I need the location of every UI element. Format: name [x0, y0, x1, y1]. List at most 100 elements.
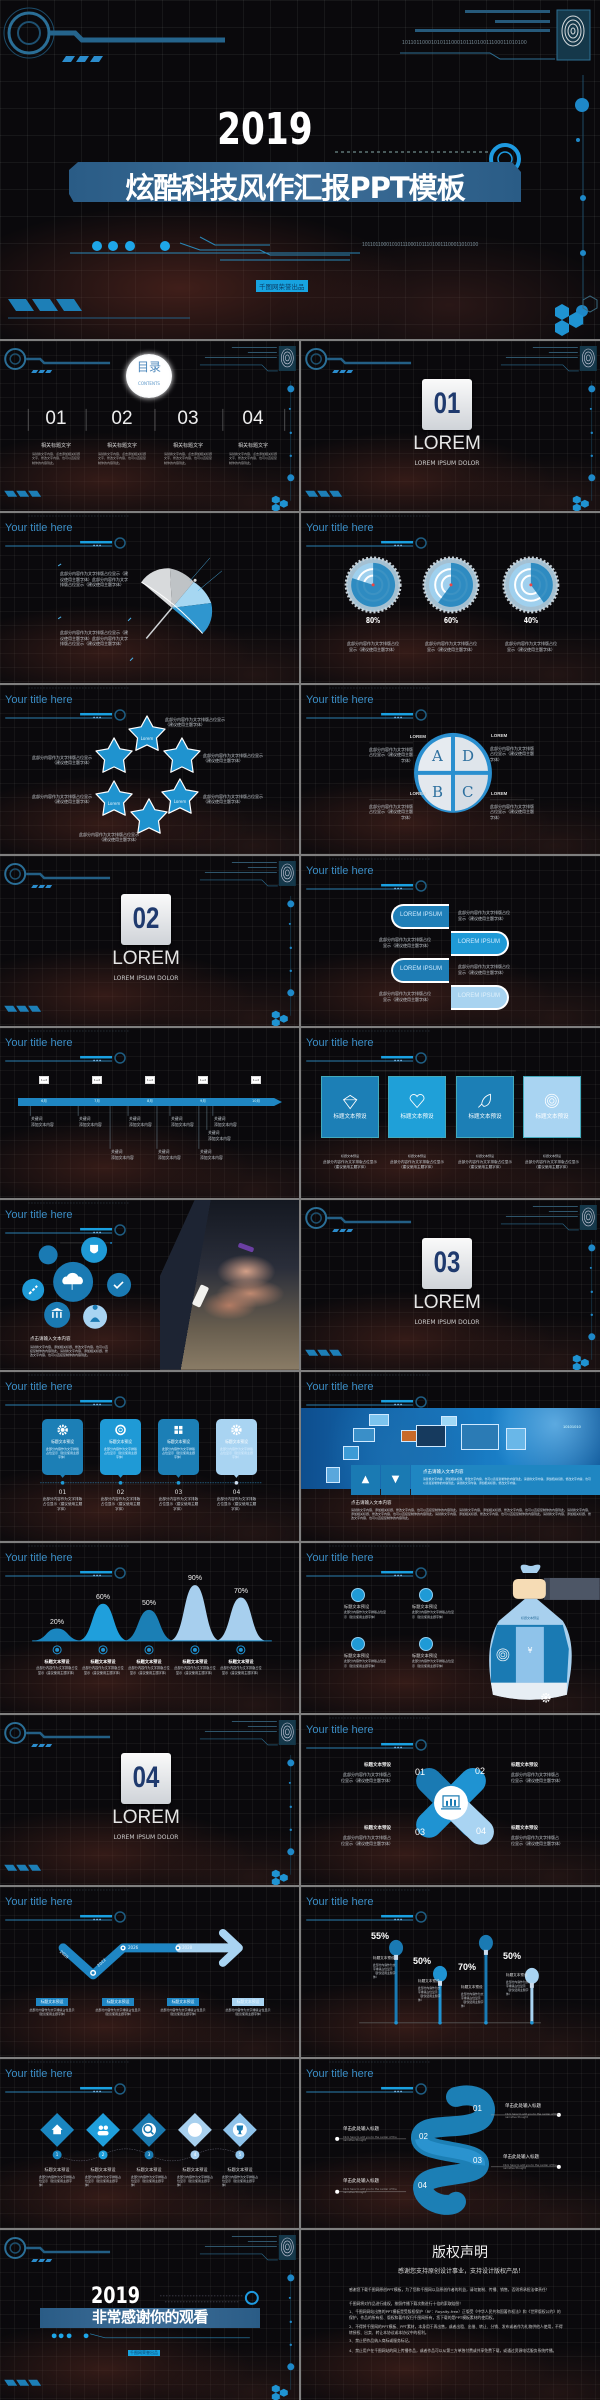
diamond-number: 1 — [55, 2151, 59, 2157]
slide-23-ribbon[interactable]: Your title here 01 02 03 04 单击此处输入标题 Click her… — [301, 2058, 600, 2229]
bulb-text: 此部分内容作为文字排版占位显示（建议使用主题字体） — [506, 1979, 529, 1996]
x-diagram — [416, 1768, 494, 1845]
slide-20-arrow[interactable]: Your title here 2020 2022 2026 2028 标题文本预设 此部分… — [0, 1886, 299, 2057]
pill-text: LOREM IPSUM — [457, 993, 500, 1000]
copyright-paragraph: 千图网将对作品进行维权，按照传播下载次数进行十倍的索取赔偿！ — [349, 2301, 463, 2307]
thanks-tag: 千图网荣誉出品 — [128, 2350, 160, 2357]
section-title: LOREM — [413, 433, 481, 454]
slide-16-curves[interactable]: Your title here 20% 标题文本预设 此部分内容作为文字排版占位显示（… — [0, 1543, 299, 1713]
ribbon-text: Click here to add you to the center of t… — [343, 2135, 397, 2143]
bulb-title: 标题文本预设 — [418, 1978, 440, 1983]
slide-9-pills[interactable]: Your title here LOREM IPSUM 此部分内容作为文字排版占位显… — [301, 856, 600, 1026]
slide-6-stars[interactable]: Your title here●Lorem●●Lorem●●Lorem●Lore… — [0, 684, 299, 855]
slide-14-cards[interactable]: Your title here 标题文本预设 此部分内容作为文字排版占位显示（建议使… — [0, 1371, 299, 1542]
contents-number: 01 — [45, 408, 67, 429]
pill-desc: 此部分内容作为文字排版占位显示（建议使用主题字体） — [458, 910, 510, 922]
abcd-rules — [369, 741, 534, 800]
slide-25-copyright[interactable]: 版权声明 感谢您支持原创设计事业，支持设计版权产品！ 感谢您下载千图网原创PPT模板… — [301, 2230, 600, 2400]
growth-arrow — [58, 1928, 243, 1980]
below-text: 请替换文字内容，添加相关标题，修改文字内容，也可以直接复制你的内容到此。请替换文… — [351, 1507, 592, 1521]
slide-21-bulbs[interactable]: Your title here 55% 50% 70% 50% 标题文本预设 此部分内容作为… — [301, 1886, 600, 2057]
contents-item-01[interactable]: 01 相关标题文字 请替换文字内容，点击添加相关标题文字，修改文字内容，也可以直接复… — [26, 407, 86, 467]
slide-18-section[interactable]: 04 LOREM LOREM IPSUM DOLOR — [0, 1715, 299, 1885]
timeline-ticks — [29, 1105, 214, 1149]
slide-11-boxes[interactable]: Your title here 标题文本预设 标题文本预设 此部分内容作为文字排版占位… — [301, 1028, 600, 1198]
section-subtitle: LOREM IPSUM DOLOR — [414, 1318, 480, 1326]
cover-binary-top: 1011011000101011100010111010011100011010… — [402, 40, 527, 46]
section-subtitle: LOREM IPSUM DOLOR — [414, 460, 480, 467]
collage-tile — [461, 1423, 499, 1450]
contents-item-03[interactable]: 03 相关标题文字 请替换文字内容，点击添加相关标题文字，修改文字内容，也可以直接复… — [158, 407, 218, 467]
x-number: 04 — [475, 1826, 486, 1836]
ribbon-text: Click here to add you to the center of t… — [505, 2112, 559, 2120]
slide-2-contents[interactable]: 目录 CONTENTS 01 相关标题文字 请替换文字内容，点击添加相关标题文字，修改文… — [0, 341, 299, 511]
slide-8-section[interactable]: 02 LOREM LOREM IPSUM DOLOR — [0, 856, 299, 1026]
cover-title: 炫酷科技风作汇报PPT模板 — [125, 171, 465, 205]
curve-peak — [31, 1628, 84, 1642]
thumbs-up-button[interactable]: ▲ — [351, 1464, 380, 1495]
diamond-number: 3 — [147, 2151, 151, 2157]
feature-box-icons — [342, 1070, 559, 1110]
slide-15-banner[interactable]: Your title here 10101010 ▲ ▼ 点击请输入文本内容 请替换文字内… — [301, 1371, 600, 1542]
star-shape — [163, 736, 201, 773]
bulb-percent: 50% — [413, 1955, 432, 1966]
bulb-title: 标题文本预设 — [461, 1984, 483, 1989]
cover-slide[interactable]: 1011011000101011100010111010011100011010… — [0, 0, 600, 339]
diamond-icon — [342, 1094, 358, 1110]
slide-4-umbrella[interactable]: Your title here 此部分内容作为文字排版占位显示（建议使用主题字体）… — [0, 512, 299, 683]
star-label: Lorem — [173, 798, 187, 804]
x-number: 01 — [414, 1767, 425, 1777]
pill-label-4[interactable]: LOREM IPSUM — [451, 985, 509, 1011]
slide-17-moneybag[interactable]: Your title here 标题文本预设 ¥ 标题文本预设 此部分内容作为文字排版占… — [301, 1543, 600, 1713]
section-number: 02 — [132, 902, 160, 936]
contents-item-02[interactable]: 02 相关标题文字 请替换文字内容，点击添加相关标题文字，修改文字内容，也可以直接复… — [92, 407, 152, 467]
contents-number: 04 — [242, 408, 264, 429]
diamond-number: 4 — [193, 2151, 197, 2157]
collage-tile — [353, 1427, 375, 1442]
contents-desc: 请替换文字内容，点击添加相关标题文字，修改文字内容，也可以直接复制你的内容到此。 — [98, 452, 147, 465]
thumbs-down-button[interactable]: ▼ — [381, 1464, 410, 1495]
curve-peak — [214, 1597, 267, 1642]
star-text: 此部分内容作为文字排版占位显示（建议使用主题字体） — [32, 793, 92, 805]
bulb-text: 此部分内容作为文字排版占位显示（建议使用主题字体） — [418, 1985, 441, 2002]
shield-icon — [90, 1244, 99, 1254]
ribbon-title: 单击此处输入标题 — [505, 2103, 541, 2109]
section-title: LOREM — [112, 948, 180, 970]
x-title: 标题文本预设 — [364, 1763, 391, 1768]
cards-decoration — [40, 1424, 262, 1485]
contents-number: 03 — [177, 408, 199, 429]
pill-label-3[interactable]: LOREM IPSUM — [391, 958, 449, 984]
panel-text: 请替换文字内容，添加相关标题，修改文字内容，也可以直接复制你的内容到此。请替换文… — [423, 1476, 591, 1485]
slide-13-section[interactable]: 03 LOREM LOREM IPSUM DOLOR — [301, 1199, 600, 1370]
pill-desc: 此部分内容作为文字排版占位显示（建议使用主题字体） — [379, 937, 431, 949]
pill-label-2[interactable]: LOREM IPSUM — [451, 931, 509, 957]
slide-5-targets[interactable]: Your title here 80% 此部分内容作为文字排版占位显示（建议使用主题… — [301, 512, 600, 683]
slide-24-thanks[interactable]: 2019 非常感谢你的观看 千图网荣誉出品 — [0, 2230, 299, 2400]
section-number: 04 — [132, 1761, 160, 1794]
target-icon — [544, 1093, 559, 1108]
collage-tile — [441, 1415, 457, 1426]
slide-10-timeline[interactable]: Your title here 1+2 6月 1+2 7月 1+2 8月 1+2 9月 1+2 10… — [0, 1028, 299, 1198]
slide-22-diamonds[interactable]: Your title here 标题文本预设 此部分内容作为文字排版占位显示（建议使… — [0, 2058, 299, 2229]
stars-ring — [95, 714, 201, 834]
caption-text: 请替换文字内容，添加相关标题，修改文字内容，也可以直接复制你的内容到此。请替换文… — [30, 1344, 109, 1358]
slide-19-xshape[interactable]: Your title here 01 02 03 04 标题文本预设 此部分内容作为文字排版… — [301, 1715, 600, 1885]
x-number: 02 — [474, 1766, 485, 1776]
bag-symbol: ¥ — [527, 1646, 533, 1656]
x-title: 标题文本预设 — [511, 1763, 538, 1768]
star-shape — [95, 779, 133, 816]
slide-3-section[interactable]: 01 LOREM LOREM IPSUM DOLOR — [301, 341, 600, 511]
star-text: 此部分内容作为文字排版占位显示（建议使用主题字体） — [79, 831, 139, 843]
contents-number: 02 — [111, 408, 133, 429]
thanks-decoration — [51, 2291, 259, 2339]
pill-text: LOREM IPSUM — [399, 912, 442, 919]
slide-7-abcd[interactable]: Your title here A D B C LOREM 此部分内容作为文字排版占位显示（… — [301, 684, 600, 855]
copyright-paragraph: 4、禁止用户在千图网站的网上传播作品，或者作品可以从第三方单独付费或共享免费下载… — [349, 2348, 557, 2354]
arrow-year: 2028 — [182, 1944, 193, 1950]
diamond-number: 2 — [101, 2151, 105, 2157]
slide-12-circles[interactable]: Your title here 点击请输入文本内容 请替换文字内容，添加相关标题，修… — [0, 1199, 299, 1370]
cover-binary-mid: 1011011000101011100010111010011100011010… — [362, 242, 479, 248]
x-title: 标题文本预设 — [364, 1826, 391, 1831]
pill-label-1[interactable]: LOREM IPSUM — [391, 904, 449, 930]
contents-item-04[interactable]: 04 相关标题文字 请替换文字内容，点击添加相关标题文字，修改文字内容，也可以直接复… — [223, 407, 283, 467]
